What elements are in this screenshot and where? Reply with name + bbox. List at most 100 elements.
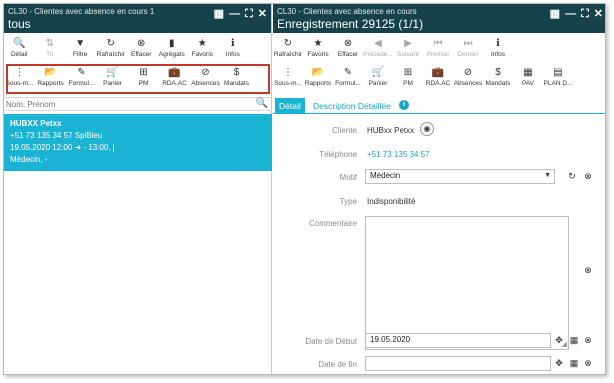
- toolbar-button-agr-gats[interactable]: ▮ Agrégats: [157, 36, 188, 62]
- toolbar-button-label: Filtre: [73, 51, 88, 58]
- previous-icon: ◀: [374, 38, 382, 49]
- clear-icon: ⊗: [137, 38, 146, 49]
- close-icon[interactable]: ✕: [258, 8, 267, 20]
- refresh-icon[interactable]: ↻: [566, 170, 578, 182]
- first-icon: ⏮: [433, 38, 443, 49]
- toolbar-button-label: Dernier: [457, 51, 479, 58]
- clear-icon[interactable]: ⊗: [582, 334, 594, 346]
- move-icon[interactable]: ✥: [553, 334, 565, 346]
- list-toolbar-primary: 🔍 Détail ⇅ Tri ▼ Filtre ↻ Rafraîchir ⊗ Effacer ▮ Ag…: [4, 36, 271, 62]
- toolbar-button-infos[interactable]: ℹ Infos: [483, 36, 513, 62]
- toolbar-button-dernier[interactable]: ⏭ Dernier: [453, 36, 483, 62]
- move-icon[interactable]: ✥: [553, 357, 565, 369]
- detail-title-main: Enregistrement 29125 (1/1): [277, 17, 424, 31]
- toolbar-button-label: Tri: [46, 51, 54, 58]
- toolbar-button-effacer[interactable]: ⊗ Effacer: [126, 36, 157, 62]
- tab-detail[interactable]: Détail: [275, 98, 305, 114]
- toolbar-button-premier[interactable]: ⏮ Premier: [423, 36, 453, 62]
- type-value: Indisponibilité: [367, 197, 416, 206]
- toolbar-button-pr-c-de[interactable]: ◀ Précéde...: [363, 36, 393, 62]
- document-icon: ▤: [553, 67, 563, 78]
- info-icon: ℹ: [496, 38, 500, 49]
- list-titlebar: CL30 - Clientes avec absence en cours 1 …: [4, 4, 271, 33]
- clear-icon[interactable]: ⊗: [582, 170, 594, 182]
- search-bar: 🔍: [4, 97, 272, 111]
- toolbar-button-label: Infos: [225, 51, 240, 58]
- list-title-sub: CL30 - Clientes avec absence en cours 1: [8, 7, 155, 16]
- toolbar-button-label: Détail: [10, 51, 28, 58]
- minimize-icon[interactable]: —: [565, 8, 576, 20]
- dollar-icon: $: [495, 67, 501, 78]
- ban-icon: ⊘: [463, 67, 473, 78]
- phone-value[interactable]: +51 73 135 34 57: [367, 150, 430, 159]
- record-reason: Médecin, -: [10, 155, 48, 164]
- toolbar-button-favoris[interactable]: ★ Favoris: [187, 36, 218, 62]
- motif-select[interactable]: Médecin ▼: [365, 169, 555, 184]
- toolbar-button-rafra-chir[interactable]: ↻ Rafraîchir: [273, 36, 303, 62]
- fullscreen-icon[interactable]: ⛶: [245, 8, 253, 20]
- grid-menu-icon[interactable]: ▦: [550, 8, 560, 20]
- refresh-icon: ↻: [283, 38, 293, 49]
- list-item[interactable]: HUBXX Petxx +51 73 135 34 57 SpiBleu 19.…: [4, 114, 272, 171]
- toolbar-button-label: Précéde...: [363, 51, 393, 58]
- toolbar-button-pav[interactable]: ▦ PAV: [513, 65, 543, 91]
- toolbar-button-tri[interactable]: ⇅ Tri: [35, 36, 66, 62]
- toolbar-button-suivant[interactable]: ▶ Suivant: [393, 36, 423, 62]
- info-icon[interactable]: i: [399, 100, 409, 110]
- type-label: Type: [339, 197, 357, 206]
- toolbar-button-rafra-chir[interactable]: ↻ Rafraîchir: [96, 36, 127, 62]
- toolbar-button-filtre[interactable]: ▼ Filtre: [65, 36, 96, 62]
- detail-panel: CL30 - Clientes avec absence en cours En…: [273, 4, 605, 374]
- end-date-field[interactable]: [365, 356, 551, 371]
- minimize-icon[interactable]: —: [229, 8, 240, 20]
- calendar-icon[interactable]: ▦: [568, 334, 580, 346]
- toolbar-button-d-tail[interactable]: 🔍 Détail: [4, 36, 35, 62]
- toolbar-button-formul[interactable]: ✎ Formul...: [333, 65, 363, 91]
- toolbar-button-rapports[interactable]: 📂 Rapports: [303, 65, 333, 91]
- toolbar-button-pm[interactable]: ⊞ PM: [393, 65, 423, 91]
- calendar-icon[interactable]: ▦: [568, 357, 580, 369]
- toolbar-button-label: Agrégats: [158, 51, 185, 58]
- end-date-label: Date de fin: [318, 360, 357, 369]
- toolbar-button-sous-m[interactable]: ⋮ Sous-m...: [273, 65, 303, 91]
- chevron-down-icon[interactable]: ▼: [544, 172, 551, 179]
- detail-toolbar-secondary: ⋮ Sous-m... 📂 Rapports ✎ Formul... 🛒 Panier ⊞ PM 💼…: [273, 65, 605, 91]
- clear-icon[interactable]: ⊗: [582, 357, 594, 369]
- toolbar-button-label: Formul...: [335, 80, 361, 87]
- grid-icon: ▦: [523, 67, 533, 78]
- grid-menu-icon[interactable]: ▦: [214, 8, 224, 20]
- toolbar-button-effacer[interactable]: ⊗ Effacer: [333, 36, 363, 62]
- toolbar-button-rda-ac[interactable]: 💼 RDA.AC: [423, 65, 453, 91]
- app-window: CL30 - Clientes avec absence en cours 1 …: [3, 3, 606, 375]
- highlight-box: [6, 64, 270, 94]
- toolbar-button-plan-d[interactable]: ▤ PLAN D...: [543, 65, 573, 91]
- cart-icon: 🛒: [371, 67, 385, 78]
- phone-label: Téléphone: [319, 150, 357, 159]
- client-label: Cliente: [332, 126, 357, 135]
- fullscreen-icon[interactable]: ⛶: [581, 8, 589, 20]
- toolbar-button-label: Mandats: [485, 80, 511, 87]
- comment-textarea[interactable]: ◢: [365, 216, 569, 350]
- info-icon: ℹ: [230, 38, 235, 49]
- close-icon[interactable]: ✕: [594, 8, 603, 20]
- toolbar-button-label: Suivant: [397, 51, 419, 58]
- tab-description[interactable]: Description Détaillée: [309, 98, 395, 114]
- search-input[interactable]: [6, 99, 254, 110]
- toolbar-button-absences[interactable]: ⊘ Absences: [453, 65, 483, 91]
- toolbar-button-label: Rafraîchir: [96, 51, 125, 58]
- eye-icon[interactable]: ◉: [420, 122, 434, 136]
- next-icon: ▶: [404, 38, 412, 49]
- start-date-field[interactable]: 19.05.2020: [365, 333, 551, 348]
- toolbar-button-panier[interactable]: 🛒 Panier: [363, 65, 393, 91]
- start-date-value: 19.05.2020: [370, 335, 411, 344]
- clear-icon[interactable]: ⊗: [582, 264, 594, 276]
- toolbar-button-label: Favoris: [191, 51, 213, 58]
- detail-title-sub: CL30 - Clientes avec absence en cours: [277, 7, 417, 16]
- star-icon: ★: [197, 38, 207, 49]
- star-icon: ★: [313, 38, 323, 49]
- filter-icon: ▼: [75, 38, 86, 49]
- toolbar-button-favoris[interactable]: ★ Favoris: [303, 36, 333, 62]
- toolbar-button-infos[interactable]: ℹ Infos: [218, 36, 249, 62]
- search-icon[interactable]: 🔍: [256, 98, 268, 109]
- toolbar-button-mandats[interactable]: $ Mandats: [483, 65, 513, 91]
